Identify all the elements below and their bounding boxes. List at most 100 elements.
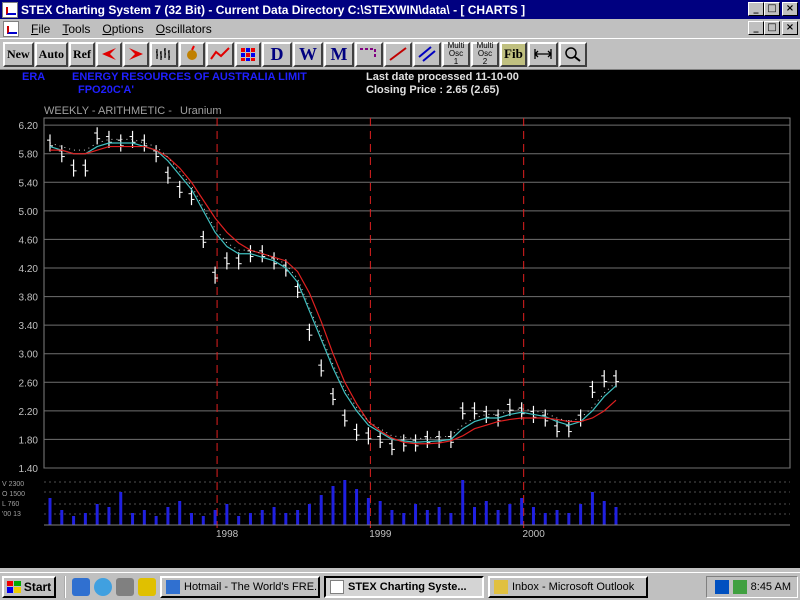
volume-bar	[437, 507, 441, 525]
volume-bar	[237, 516, 241, 525]
volume-bar	[190, 513, 193, 525]
expand-horizontal-icon[interactable]	[527, 41, 558, 67]
internet-explorer-icon[interactable]	[72, 577, 90, 596]
parallel-lines-icon[interactable]	[413, 41, 442, 67]
volume-bar	[107, 507, 111, 525]
grid-chart-icon[interactable]	[235, 41, 262, 67]
x-tick-label: 2000	[523, 529, 546, 540]
volume-bar	[473, 507, 476, 525]
start-label: Start	[23, 579, 52, 594]
new-button[interactable]: New	[3, 41, 34, 67]
task-stex[interactable]: STEX Charting Syste...	[324, 575, 484, 598]
volume-bar	[390, 510, 394, 525]
bomb-icon[interactable]	[179, 41, 206, 67]
volume-bar	[366, 498, 370, 525]
volume-bar	[296, 510, 300, 525]
chart-area[interactable]: ERA ENERGY RESOURCES OF AUSTRALIA LIMIT …	[0, 70, 800, 568]
volume-bar	[142, 510, 146, 525]
volume-icon[interactable]	[732, 580, 747, 594]
weekly-button[interactable]: W	[293, 41, 324, 67]
volume-bar	[178, 501, 182, 525]
zoom-icon[interactable]	[558, 41, 587, 67]
y-tick-label: 4.20	[19, 264, 39, 275]
bracket-line-icon[interactable]	[355, 41, 384, 67]
bar-chart-icon[interactable]	[150, 41, 179, 67]
fib-button[interactable]: Fib	[500, 41, 527, 67]
y-tick-label: 6.20	[19, 121, 39, 132]
multi-osc-1-button[interactable]: Multi Osc 1	[442, 41, 471, 67]
price-chart[interactable]: 6.20 5.80 5.40 5.00 4.60 4.20 3.80 3.40 3.00 2.60…	[0, 70, 800, 568]
daily-button[interactable]: D	[262, 41, 293, 67]
menu-oscillators[interactable]: Oscillators	[150, 22, 218, 36]
volume-bar	[213, 510, 217, 525]
menu-file[interactable]: File	[25, 22, 56, 36]
volume-bar	[260, 510, 264, 525]
volume-bar	[60, 510, 64, 525]
volume-bar	[484, 501, 488, 525]
y-tick-label: 4.60	[19, 235, 39, 246]
close-button[interactable]: ×	[782, 2, 798, 16]
window-title: STEX Charting System 7 (32 Bit) - Curren…	[21, 2, 526, 17]
inbox-icon	[494, 579, 508, 594]
volume-bar	[402, 513, 406, 525]
app-icon[interactable]	[2, 1, 18, 18]
clock[interactable]: 8:45 AM	[751, 581, 791, 593]
multi-osc-2-button[interactable]: Multi Osc 2	[471, 41, 500, 67]
x-tick-label: 1999	[369, 529, 392, 540]
trendline-icon[interactable]	[384, 41, 413, 67]
volume-bar	[543, 513, 547, 525]
ref-button[interactable]: Ref	[69, 41, 96, 67]
menu-bar: File Tools Options Oscillators _ □ ×	[0, 19, 800, 38]
document-icon[interactable]	[3, 20, 19, 37]
taskbar: Start Hotmail - The World's FRE... STEX …	[0, 572, 800, 600]
line-chart-icon[interactable]	[206, 41, 235, 67]
y-tick-label: 1.80	[19, 435, 39, 446]
menu-options[interactable]: Options	[96, 22, 149, 36]
maximize-button[interactable]: □	[764, 2, 780, 16]
volume-bar	[531, 507, 535, 525]
arrow-right-icon[interactable]	[123, 41, 150, 67]
arrow-left-icon[interactable]	[96, 41, 123, 67]
stex-icon	[330, 579, 344, 594]
y-tick-label: 3.00	[19, 350, 39, 361]
y-tick-label: 5.40	[19, 178, 39, 189]
doc-minimize-button[interactable]: _	[748, 21, 764, 35]
volume-bar	[343, 480, 347, 525]
auto-button[interactable]: Auto	[34, 41, 69, 67]
minimize-button[interactable]: _	[748, 2, 764, 16]
volume-bar	[72, 516, 76, 525]
volume-bar	[425, 510, 429, 525]
volume-bar	[461, 480, 465, 525]
browser-icon	[166, 579, 180, 594]
y-tick-label: 5.00	[19, 207, 39, 218]
volume-bar	[48, 498, 52, 525]
desktop-icon[interactable]	[116, 577, 134, 596]
doc-close-button[interactable]: ×	[782, 21, 798, 35]
volume-label: V 2300	[2, 481, 24, 488]
start-button[interactable]: Start	[2, 575, 56, 598]
y-tick-label: 3.80	[19, 293, 39, 304]
doc-restore-button[interactable]: □	[764, 21, 780, 35]
quick-launch	[64, 575, 156, 598]
task-outlook[interactable]: Inbox - Microsoft Outlook	[488, 575, 648, 598]
task-hotmail[interactable]: Hotmail - The World's FRE...	[160, 575, 320, 598]
volume-bar	[555, 510, 559, 525]
volume-bar	[567, 513, 571, 525]
task-outlook-label: Inbox - Microsoft Outlook	[512, 580, 635, 593]
network-icon[interactable]	[714, 580, 729, 594]
monthly-button[interactable]: M	[324, 41, 355, 67]
volume-bar	[119, 492, 123, 525]
channel-icon[interactable]	[138, 577, 156, 596]
outlook-express-icon[interactable]	[94, 577, 112, 596]
menu-tools[interactable]: Tools	[56, 22, 96, 36]
toolbar: New Auto Ref D W M Multi Osc 1 Multi Osc…	[0, 38, 800, 70]
volume-bar	[331, 486, 335, 525]
volume-bar	[355, 489, 359, 525]
volume-bar	[496, 510, 500, 525]
volume-bar	[284, 513, 288, 525]
y-tick-label: 1.40	[19, 464, 39, 475]
volume-bar	[449, 513, 453, 525]
volume-bar	[579, 504, 583, 525]
volume-bar	[319, 495, 323, 525]
volume-bar	[166, 507, 170, 525]
